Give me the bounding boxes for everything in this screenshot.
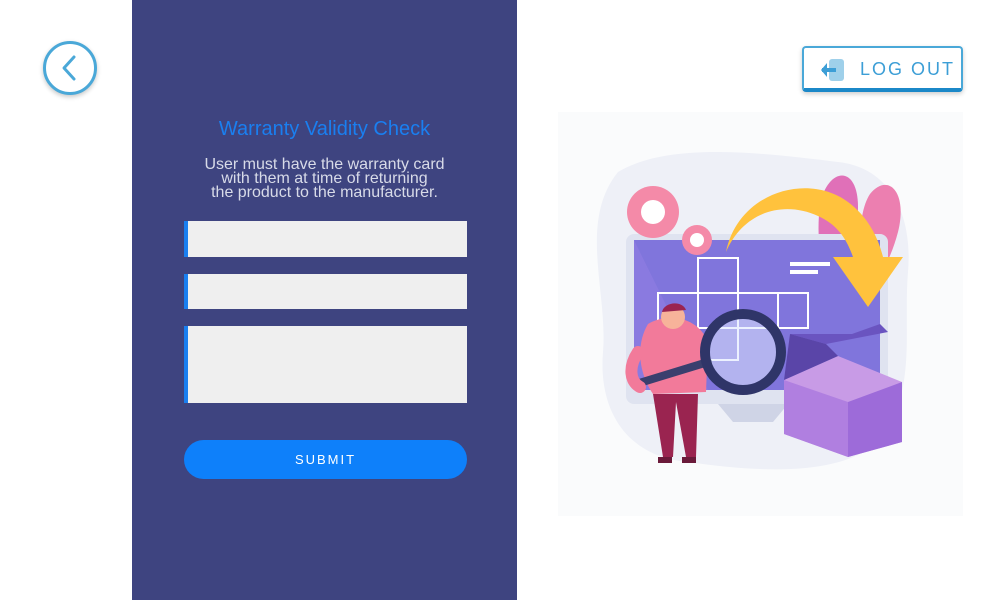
form-title: Warranty Validity Check [218,118,431,140]
sign-out-icon [821,59,844,81]
chevron-left-icon [62,55,76,81]
back-button[interactable] [43,41,97,95]
illustration-art [596,152,909,470]
warranty-input-2[interactable] [184,274,467,309]
form-panel: Warranty Validity Check User must have t… [132,0,517,600]
submit-button[interactable]: SUBMIT [184,440,467,479]
form-description: User must have the warranty card with th… [182,157,467,201]
logout-button[interactable]: LOG OUT [802,46,963,92]
warranty-textarea[interactable] [184,326,467,403]
product-inspection-illustration [558,112,963,516]
logout-label: LOG OUT [860,59,956,79]
warranty-check-screen: Warranty Validity Check User must have t… [0,0,1000,600]
form-description-line: the product to the manufacturer. [211,184,438,201]
warranty-input-1[interactable] [184,221,467,257]
